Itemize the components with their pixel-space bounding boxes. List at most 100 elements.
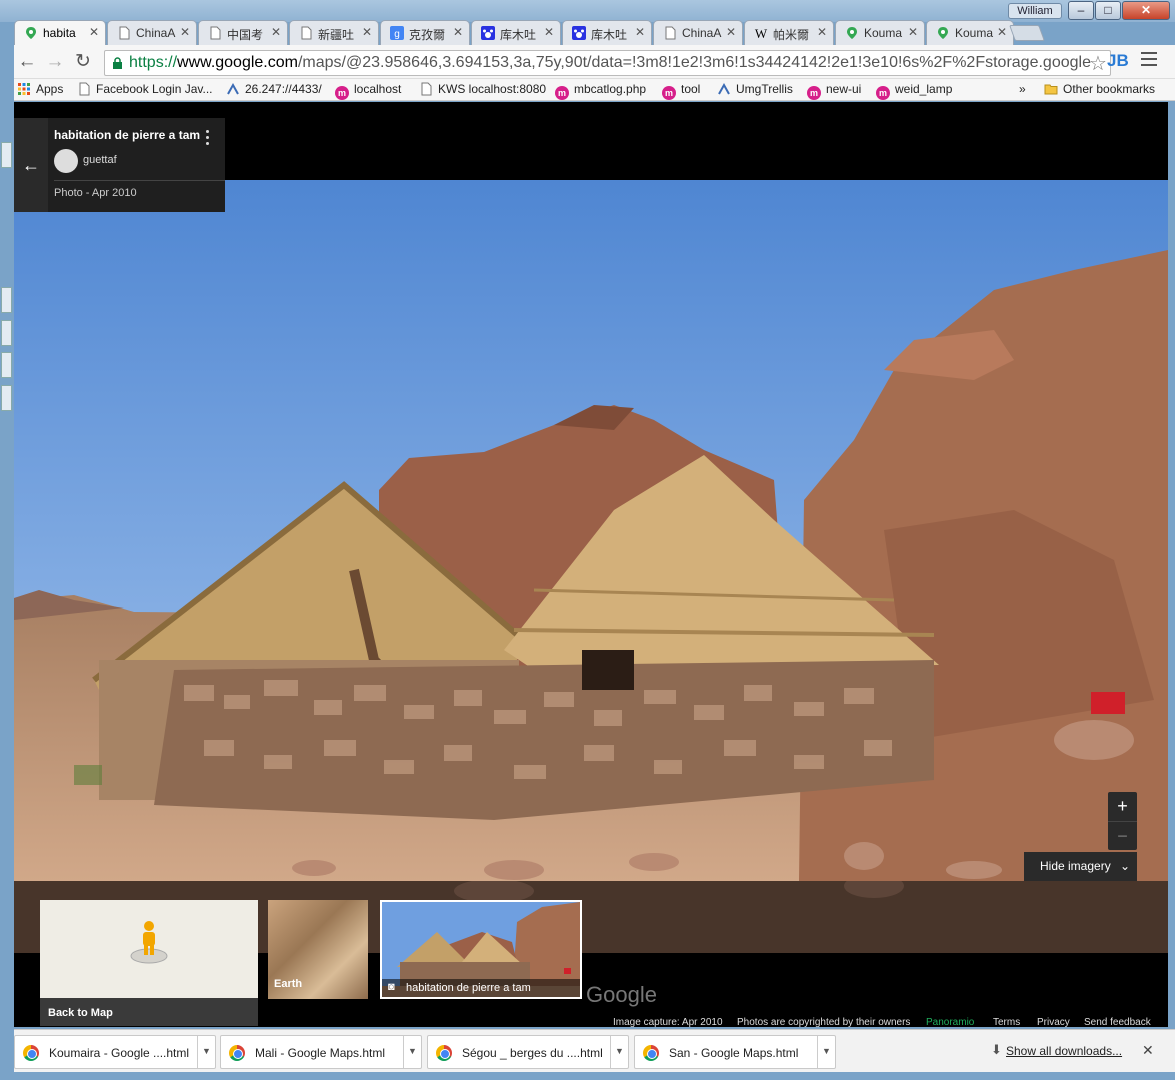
paw-icon (481, 26, 495, 40)
bookmark-star-icon[interactable]: ☆ (1089, 51, 1107, 76)
jetbrains-extension-icon[interactable]: JB (1107, 51, 1129, 71)
zoom-out-button[interactable]: − (1108, 822, 1137, 851)
avatar[interactable] (54, 149, 78, 173)
earth-label: Earth (274, 978, 303, 990)
tab-kouma-2[interactable]: Kouma ✕ (926, 20, 1014, 45)
tab-pamir[interactable]: W 帕米爾 ✕ (744, 20, 834, 45)
tab-kumutu-1[interactable]: 库木吐 ✕ (471, 20, 561, 45)
bookmark-tool[interactable]: m tool (662, 82, 700, 100)
bookmark-label: KWS localhost:8080 (438, 82, 547, 96)
tab-kumutu-2[interactable]: 库木吐 ✕ (562, 20, 652, 45)
chevron-down-icon[interactable]: ▼ (403, 1036, 421, 1068)
bookmark-label: 26.247://4433/ (245, 82, 322, 96)
bookmark-localhost[interactable]: m localhost (335, 82, 401, 100)
chevron-down-icon[interactable]: ▼ (610, 1036, 628, 1068)
close-window-button[interactable]: ✕ (1122, 1, 1170, 20)
user-profile-badge[interactable]: William (1008, 3, 1062, 19)
bookmark-ip[interactable]: 26.247://4433/ (226, 82, 322, 96)
back-to-map-card[interactable]: Back to Map (40, 900, 258, 1026)
wikipedia-icon: W (755, 26, 768, 40)
show-all-downloads-link[interactable]: Show all downloads... (1006, 1044, 1122, 1058)
page-icon (119, 26, 130, 40)
close-icon[interactable]: ✕ (1142, 1042, 1154, 1059)
chevron-down-icon[interactable]: ▼ (197, 1036, 215, 1068)
bookmark-facebook-login[interactable]: Facebook Login Jav... (77, 82, 213, 96)
bookmark-kws-localhost[interactable]: KWS localhost:8080 (419, 82, 546, 96)
close-icon[interactable]: ✕ (271, 25, 281, 39)
bookmarks-overflow-chevron[interactable]: » (1019, 82, 1026, 96)
photo-date: Photo - Apr 2010 (54, 187, 137, 199)
m-circle-icon: m (335, 86, 349, 100)
m-circle-icon: m (807, 86, 821, 100)
google-maps-icon (26, 27, 36, 39)
terms-link[interactable]: Terms (993, 1017, 1020, 1027)
forward-arrow-icon[interactable]: → (44, 51, 66, 73)
reload-icon[interactable]: ↻ (72, 51, 94, 73)
close-icon[interactable]: ✕ (180, 25, 190, 39)
close-icon[interactable]: ✕ (362, 25, 372, 39)
photo-info-card: habitation de pierre a tam guettaf Photo… (48, 118, 225, 212)
more-options-icon[interactable] (206, 130, 210, 148)
close-icon[interactable]: ✕ (635, 25, 645, 39)
camera-icon: ◙ (388, 981, 395, 993)
selected-photo-thumbnail[interactable]: ◙ habitation de pierre a tam (380, 900, 582, 999)
panoramio-logo[interactable]: Panoramio (926, 1017, 974, 1027)
m-circle-icon: m (555, 86, 569, 100)
privacy-link[interactable]: Privacy (1037, 1017, 1070, 1027)
browser-menu-icon[interactable] (1141, 52, 1157, 68)
close-icon[interactable]: ✕ (997, 25, 1007, 39)
panorama-photo[interactable] (14, 180, 1168, 881)
download-item[interactable]: Ségou _ berges du ....html ▼ (427, 1035, 629, 1069)
page-icon (665, 26, 676, 40)
bookmark-mbcatlog[interactable]: m mbcatlog.php (555, 82, 646, 100)
earth-card[interactable]: Earth (268, 900, 368, 999)
downloads-bar: Koumaira - Google ....html ▼ Mali - Goog… (14, 1029, 1175, 1072)
tab-chinaa-1[interactable]: ChinaA ✕ (107, 20, 197, 45)
page-icon (79, 82, 90, 96)
tab-zhongguo[interactable]: 中国考 ✕ (198, 20, 288, 45)
apps-grid-icon (18, 83, 30, 95)
address-bar[interactable]: https://www.google.com/maps/@23.958646,3… (104, 50, 1111, 76)
close-icon[interactable]: ✕ (89, 25, 99, 39)
back-arrow-icon[interactable]: ← (14, 118, 48, 212)
photo-title: habitation de pierre a tam (54, 128, 201, 142)
tab-xinjiang[interactable]: 新疆吐 ✕ (289, 20, 379, 45)
photo-author[interactable]: guettaf (83, 154, 117, 166)
new-tab-button[interactable] (1009, 25, 1045, 41)
close-icon[interactable]: ✕ (453, 25, 463, 39)
download-item[interactable]: Koumaira - Google ....html ▼ (14, 1035, 216, 1069)
minimize-button[interactable]: – (1068, 1, 1094, 20)
zoom-in-button[interactable]: + (1108, 792, 1137, 821)
send-feedback-link[interactable]: Send feedback (1084, 1017, 1151, 1027)
tab-habitation[interactable]: habita ✕ (14, 20, 106, 45)
hide-imagery-button[interactable]: Hide imagery ⌄ (1024, 852, 1137, 881)
other-bookmarks[interactable]: Other bookmarks (1044, 82, 1155, 96)
close-icon[interactable]: ✕ (817, 25, 827, 39)
browser-window: William – □ ✕ habita ✕ ChinaA ✕ 中国考 ✕ 新疆… (0, 0, 1175, 1080)
chevron-down-icon[interactable]: ▼ (817, 1036, 835, 1068)
download-item[interactable]: Mali - Google Maps.html ▼ (220, 1035, 422, 1069)
m-circle-icon: m (876, 86, 890, 100)
download-item[interactable]: San - Google Maps.html ▼ (634, 1035, 836, 1069)
bookmark-apps[interactable]: Apps (17, 82, 63, 96)
bookmark-label: UmgTrellis (736, 82, 793, 96)
tab-kouma-1[interactable]: Kouma ✕ (835, 20, 925, 45)
m-circle-icon: m (662, 86, 676, 100)
copyright-notice: Photos are copyrighted by their owners (737, 1017, 911, 1027)
bookmark-label: Facebook Login Jav... (96, 82, 213, 96)
folder-icon (1044, 84, 1058, 95)
chrome-icon (643, 1045, 659, 1061)
filmstrip: Back to Map Earth ◙ habitation de pierre… (14, 881, 1168, 1027)
bookmark-weid-lamp[interactable]: m weid_lamp (876, 82, 952, 100)
tab-chinaa-2[interactable]: ChinaA ✕ (653, 20, 743, 45)
tab-kezier[interactable]: g 克孜爾 ✕ (380, 20, 470, 45)
back-arrow-icon[interactable]: ← (16, 51, 38, 73)
close-icon[interactable]: ✕ (726, 25, 736, 39)
bookmark-umgtrellis[interactable]: UmgTrellis (717, 82, 793, 96)
download-filename: Ségou _ berges du ....html (462, 1046, 603, 1060)
close-icon[interactable]: ✕ (544, 25, 554, 39)
page-icon (210, 26, 221, 40)
bookmark-new-ui[interactable]: m new-ui (807, 82, 861, 100)
maximize-button[interactable]: □ (1095, 1, 1121, 20)
close-icon[interactable]: ✕ (908, 25, 918, 39)
